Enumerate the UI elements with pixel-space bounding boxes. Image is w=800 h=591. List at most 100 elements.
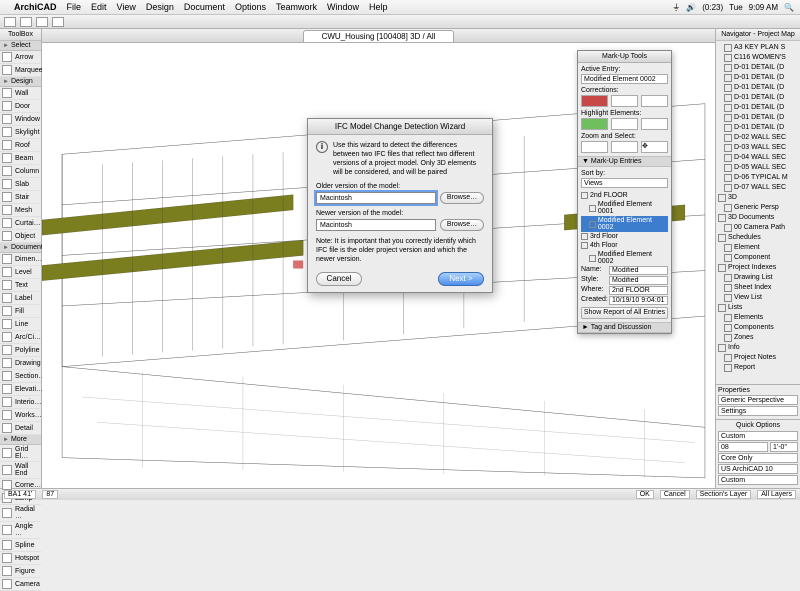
toolbox-section-document[interactable]: Document xyxy=(0,243,41,253)
tree-node[interactable]: View List xyxy=(718,293,798,303)
tool-figure[interactable]: Figure xyxy=(0,565,41,578)
tool-dimension[interactable]: Dimen… xyxy=(0,253,41,266)
tool-polyline[interactable]: Polyline xyxy=(0,344,41,357)
tree-node[interactable]: 00 Camera Path xyxy=(718,223,798,233)
tree-node[interactable]: Sheet Index xyxy=(718,283,798,293)
menu-view[interactable]: View xyxy=(117,2,136,12)
menu-file[interactable]: File xyxy=(67,2,82,12)
crosshair-icon[interactable]: ✥ xyxy=(641,141,668,153)
tool-slab[interactable]: Slab xyxy=(0,178,41,191)
tool-stair[interactable]: Stair xyxy=(0,191,41,204)
markup-entry[interactable]: Modified Element 0002 xyxy=(581,216,668,232)
menu-document[interactable]: Document xyxy=(184,2,225,12)
toolbar-icon[interactable] xyxy=(52,17,64,27)
tree-node[interactable]: 3D xyxy=(718,193,798,203)
markup-entry[interactable]: 3rd Floor xyxy=(581,232,668,241)
tree-node[interactable]: C116 WOMEN'S xyxy=(718,53,798,63)
tree-node[interactable]: D-01 DETAIL (D xyxy=(718,73,798,83)
menu-design[interactable]: Design xyxy=(146,2,174,12)
tool-wall[interactable]: Wall xyxy=(0,87,41,100)
tool-radial[interactable]: Radial … xyxy=(0,505,41,522)
tree-node[interactable]: D-07 WALL SEC xyxy=(718,183,798,193)
tool-door[interactable]: Door xyxy=(0,100,41,113)
tree-node[interactable]: D-06 TYPICAL M xyxy=(718,173,798,183)
zoom-btn[interactable] xyxy=(611,141,638,153)
tool-section[interactable]: Section… xyxy=(0,370,41,383)
correction-btn[interactable] xyxy=(611,95,638,107)
toolbar-icon[interactable] xyxy=(20,17,32,27)
dialog-title[interactable]: IFC Model Change Detection Wizard xyxy=(308,119,492,135)
tree-node[interactable]: D-01 DETAIL (D xyxy=(718,83,798,93)
markup-title[interactable]: Mark-Up Tools xyxy=(578,51,671,63)
battery-status[interactable]: (0:23) xyxy=(702,3,723,12)
tool-object[interactable]: Object xyxy=(0,230,41,243)
entry-name-field[interactable]: Modified Element 0002 xyxy=(609,266,668,275)
tool-camera[interactable]: Camera xyxy=(0,578,41,591)
tree-node[interactable]: Project Indexes xyxy=(718,263,798,273)
tree-node[interactable]: D-04 WALL SEC xyxy=(718,153,798,163)
menu-help[interactable]: Help xyxy=(369,2,388,12)
tree-node[interactable]: D-02 WALL SEC xyxy=(718,133,798,143)
spotlight-icon[interactable]: 🔍 xyxy=(784,3,794,12)
cancel-button[interactable]: Cancel xyxy=(316,272,362,286)
correction-btn[interactable] xyxy=(641,95,668,107)
tool-interior[interactable]: Interio… xyxy=(0,396,41,409)
markup-entries-list[interactable]: 2nd FLOORModified Element 0001Modified E… xyxy=(581,191,668,266)
tool-spline[interactable]: Spline xyxy=(0,539,41,552)
tree-node[interactable]: Report xyxy=(718,363,798,373)
tool-worksheet[interactable]: Works… xyxy=(0,409,41,422)
markup-entry[interactable]: 4th Floor xyxy=(581,241,668,250)
toolbar-icon[interactable] xyxy=(4,17,16,27)
next-button[interactable]: Next > xyxy=(438,272,484,286)
tool-level[interactable]: Level xyxy=(0,266,41,279)
tree-node[interactable]: D-01 DETAIL (D xyxy=(718,103,798,113)
quick-option-select[interactable]: 08 xyxy=(718,442,768,452)
tree-node[interactable]: D-01 DETAIL (D xyxy=(718,123,798,133)
document-tab[interactable]: CWU_Housing [100408] 3D / All xyxy=(303,30,455,42)
menu-teamwork[interactable]: Teamwork xyxy=(276,2,317,12)
toolbox-section-select[interactable]: Select xyxy=(0,41,41,51)
toolbox-section-design[interactable]: Design xyxy=(0,77,41,87)
tool-fill[interactable]: Fill xyxy=(0,305,41,318)
show-report-button[interactable]: Show Report of All Entries xyxy=(581,307,668,319)
toolbox-section-more[interactable]: More xyxy=(0,435,41,445)
correction-red-button[interactable] xyxy=(581,95,608,107)
status-cancel-button[interactable]: Cancel xyxy=(660,490,690,499)
tree-node[interactable]: D-01 DETAIL (D xyxy=(718,63,798,73)
tool-angle[interactable]: Angle … xyxy=(0,522,41,539)
quick-option-select[interactable]: Core Only xyxy=(718,453,798,463)
toolbar-icon[interactable] xyxy=(36,17,48,27)
tool-gridel[interactable]: Grid El… xyxy=(0,445,41,462)
tool-line[interactable]: Line xyxy=(0,318,41,331)
tree-node[interactable]: Generic Persp xyxy=(718,203,798,213)
older-browse-button[interactable]: Browse… xyxy=(440,192,484,204)
tree-node[interactable]: Schedules xyxy=(718,233,798,243)
tool-elevation[interactable]: Elevati… xyxy=(0,383,41,396)
markup-entries-header[interactable]: ▼ Mark-Up Entries xyxy=(578,156,671,167)
newer-model-path-input[interactable]: Macintosh HD:Users:archideas:Desktop xyxy=(316,219,436,231)
menu-options[interactable]: Options xyxy=(235,2,266,12)
tool-roof[interactable]: Roof xyxy=(0,139,41,152)
tree-node[interactable]: Zones xyxy=(718,333,798,343)
app-name[interactable]: ArchiCAD xyxy=(14,2,57,12)
tool-arrow[interactable]: Arrow xyxy=(0,51,41,64)
tree-node[interactable]: Components xyxy=(718,323,798,333)
quick-option-select[interactable]: Custom xyxy=(718,475,798,485)
tree-node[interactable]: Project Notes xyxy=(718,353,798,363)
properties-value[interactable]: Generic Perspective xyxy=(718,395,798,405)
tool-wallend[interactable]: Wall End xyxy=(0,462,41,479)
tree-node[interactable]: D-01 DETAIL (D xyxy=(718,93,798,103)
tree-node[interactable]: Drawing List xyxy=(718,273,798,283)
tool-skylight[interactable]: Skylight xyxy=(0,126,41,139)
tool-beam[interactable]: Beam xyxy=(0,152,41,165)
tree-node[interactable]: Lists xyxy=(718,303,798,313)
tool-hotspot[interactable]: Hotspot xyxy=(0,552,41,565)
zoom-btn[interactable] xyxy=(581,141,608,153)
tool-arc[interactable]: Arc/Ci… xyxy=(0,331,41,344)
tree-node[interactable]: Component xyxy=(718,253,798,263)
tree-node[interactable]: Elements xyxy=(718,313,798,323)
quick-option-select[interactable]: Custom xyxy=(718,431,798,441)
highlight-green-button[interactable] xyxy=(581,118,608,130)
older-model-path-input[interactable]: Macintosh HD:Users:archideas:Desktop xyxy=(316,192,436,204)
markup-entry[interactable]: 2nd FLOOR xyxy=(581,191,668,200)
